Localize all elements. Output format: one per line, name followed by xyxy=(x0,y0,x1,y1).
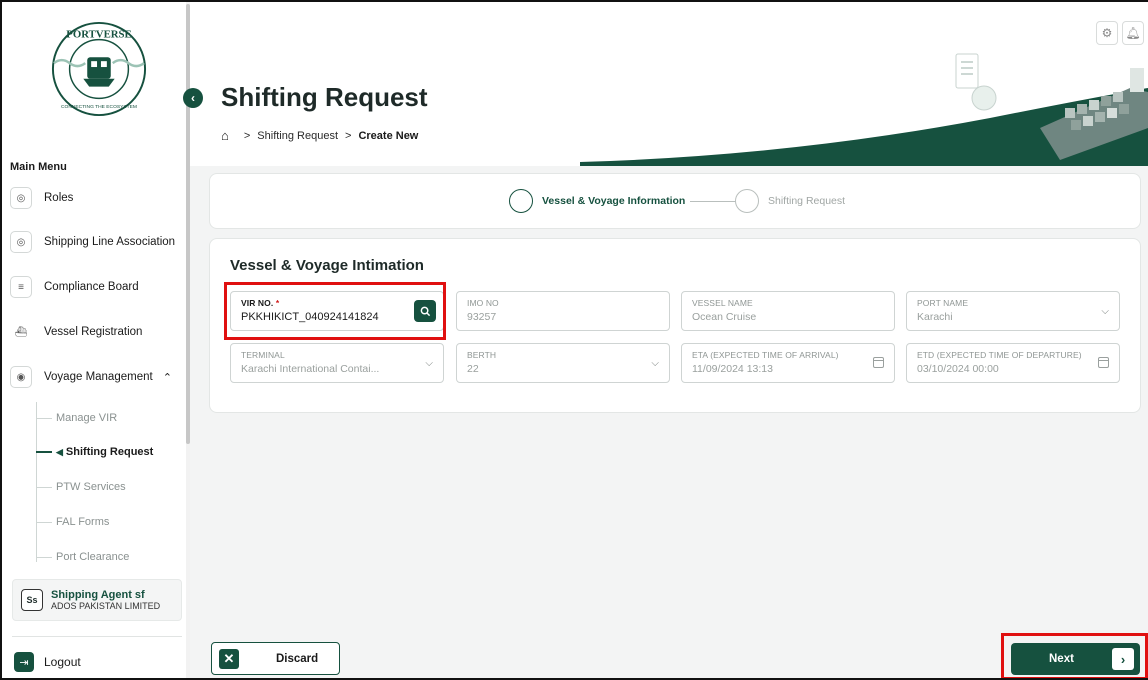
subitem-label: Manage VIR xyxy=(56,412,118,424)
sidebar: PORTVERSE CONNECTING THE ECOSYSTEM Main … xyxy=(2,2,188,678)
imo-no-field[interactable]: IMO NO 93257 xyxy=(456,291,670,331)
document-icon: ≡ xyxy=(10,276,32,298)
ship-illustration xyxy=(580,53,1148,166)
sidebar-item-roles[interactable]: ◎ Roles xyxy=(10,180,182,216)
chevron-right-icon: › xyxy=(1112,648,1134,670)
sidebar-subitem-shifting-request[interactable]: ◀ Shifting Request xyxy=(36,442,176,462)
subitem-label: Shifting Request xyxy=(65,446,154,458)
close-icon: ✕ xyxy=(219,648,239,669)
step-label: Vessel & Voyage Information xyxy=(542,195,686,207)
sidebar-item-label: Voyage Management xyxy=(44,371,153,383)
user-name: Shipping Agent sf xyxy=(51,589,145,601)
logout-button[interactable]: ⇥ Logout xyxy=(14,652,81,672)
field-label: PORT NAME xyxy=(917,298,969,308)
field-label: VESSEL NAME xyxy=(692,298,753,308)
port-name-field[interactable]: PORT NAME Karachi ⌵ xyxy=(906,291,1120,331)
logo-text: PORTVERSE xyxy=(66,29,131,41)
vir-field-highlight xyxy=(224,282,446,340)
sidebar-subitem-port-clearance[interactable]: Port Clearance xyxy=(36,547,176,567)
subitem-label: PTW Services xyxy=(56,481,126,493)
next-label: Next xyxy=(1049,653,1074,665)
home-icon[interactable]: ⌂ xyxy=(221,128,229,143)
portverse-logo: PORTVERSE CONNECTING THE ECOSYSTEM xyxy=(51,21,147,117)
breadcrumb-separator: > xyxy=(345,129,352,142)
sidebar-item-compliance-board[interactable]: ≡ Compliance Board xyxy=(10,269,182,305)
vessel-name-value: Ocean Cruise xyxy=(692,311,757,323)
sidebar-item-label: Shipping Line Association xyxy=(44,236,176,248)
ship-icon: ⛴ xyxy=(14,326,28,338)
step-circle xyxy=(735,189,759,213)
sidebar-item-shipping-line-association[interactable]: ◎ Shipping Line Association xyxy=(10,224,182,260)
sidebar-item-label: Roles xyxy=(44,192,74,204)
calendar-icon[interactable] xyxy=(1098,357,1109,368)
field-label: IMO NO xyxy=(467,298,499,308)
vessel-name-field[interactable]: VESSEL NAME Ocean Cruise xyxy=(681,291,895,331)
next-button[interactable]: Next › xyxy=(1011,643,1140,675)
sidebar-subitem-fal-forms[interactable]: FAL Forms xyxy=(36,512,176,532)
terminal-value: Karachi International Contai... xyxy=(241,363,380,375)
roles-icon: ◎ xyxy=(10,187,32,209)
sidebar-subitem-ptw-services[interactable]: PTW Services xyxy=(36,477,176,497)
eta-value: 11/09/2024 13:13 xyxy=(692,363,773,375)
chevron-down-icon: ⌵ xyxy=(1101,306,1109,317)
stepper-card: Vessel & Voyage Information Shifting Req… xyxy=(209,173,1141,229)
breadcrumb-separator: > xyxy=(243,129,251,142)
sidebar-item-voyage-management[interactable]: ◉ Voyage Management ⌃ xyxy=(10,359,182,395)
page-title: Shifting Request xyxy=(221,82,428,112)
chevron-down-icon: ⌵ xyxy=(425,358,433,369)
sidebar-subitem-manage-vir[interactable]: Manage VIR xyxy=(36,408,176,428)
subitem-label: FAL Forms xyxy=(56,516,110,528)
chevron-down-icon: ⌵ xyxy=(651,358,659,369)
field-label: BERTH xyxy=(467,350,497,360)
discard-label: Discard xyxy=(276,652,319,665)
eta-field[interactable]: ETA (EXPECTED TIME OF ARRIVAL) 11/09/202… xyxy=(681,343,895,383)
berth-value: 22 xyxy=(467,363,479,375)
association-icon: ◎ xyxy=(10,231,32,253)
location-icon: ◉ xyxy=(10,366,32,388)
subitem-label: Port Clearance xyxy=(56,551,130,563)
calendar-icon[interactable] xyxy=(873,357,884,368)
field-label: ETD (EXPECTED TIME OF DEPARTURE) xyxy=(917,350,1082,360)
sidebar-divider xyxy=(12,636,182,637)
chevron-up-icon: ⌃ xyxy=(162,371,172,384)
notification-bell-icon[interactable]: 🔔︎ xyxy=(1122,21,1144,45)
step-vessel-voyage-information[interactable]: Vessel & Voyage Information xyxy=(509,189,685,213)
berth-field[interactable]: BERTH 22 ⌵ xyxy=(456,343,670,383)
logo-tagline: CONNECTING THE ECOSYSTEM xyxy=(61,104,137,110)
topbar: ⚙ 🔔︎ xyxy=(190,2,1148,48)
logout-icon: ⇥ xyxy=(14,652,34,672)
imo-no-value: 93257 xyxy=(467,311,497,323)
discard-button[interactable]: ✕ Discard xyxy=(211,642,340,675)
field-label: ETA (EXPECTED TIME OF ARRIVAL) xyxy=(692,350,839,360)
breadcrumb-item[interactable]: Shifting Request xyxy=(257,130,338,142)
main-content: Shifting Request ⌂ > Shifting Request > … xyxy=(190,48,1148,680)
page-header: Shifting Request ⌂ > Shifting Request > … xyxy=(190,48,1148,166)
settings-icon[interactable]: ⚙ xyxy=(1096,21,1118,45)
field-label: TERMINAL xyxy=(241,350,285,360)
active-arrow-icon: ◀ xyxy=(56,446,63,457)
stepper-connector xyxy=(690,201,736,202)
user-card[interactable]: Ss Shipping Agent sf ADOS PAKISTAN LIMIT… xyxy=(12,579,182,621)
terminal-field[interactable]: TERMINAL Karachi International Contai...… xyxy=(230,343,444,383)
etd-value: 03/10/2024 00:00 xyxy=(917,363,999,375)
step-circle xyxy=(509,189,533,213)
etd-field[interactable]: ETD (EXPECTED TIME OF DEPARTURE) 03/10/2… xyxy=(906,343,1120,383)
breadcrumb-current: Create New xyxy=(358,129,419,142)
step-label: Shifting Request xyxy=(768,195,846,207)
logout-label: Logout xyxy=(44,655,81,669)
sidebar-item-label: Vessel Registration xyxy=(44,326,143,338)
form-title: Vessel & Voyage Intimation xyxy=(230,257,424,274)
avatar: Ss xyxy=(21,589,43,611)
port-name-value: Karachi xyxy=(917,311,953,323)
collapse-sidebar-button[interactable]: ‹ xyxy=(183,88,203,108)
main-menu-title: Main Menu xyxy=(10,161,67,173)
breadcrumb: ⌂ > Shifting Request > Create New xyxy=(221,128,418,143)
sidebar-item-label: Compliance Board xyxy=(44,281,139,293)
sidebar-item-vessel-registration[interactable]: ⛴ Vessel Registration xyxy=(10,314,182,350)
step-shifting-request[interactable]: Shifting Request xyxy=(735,189,845,213)
user-company: ADOS PAKISTAN LIMITED xyxy=(51,601,161,611)
